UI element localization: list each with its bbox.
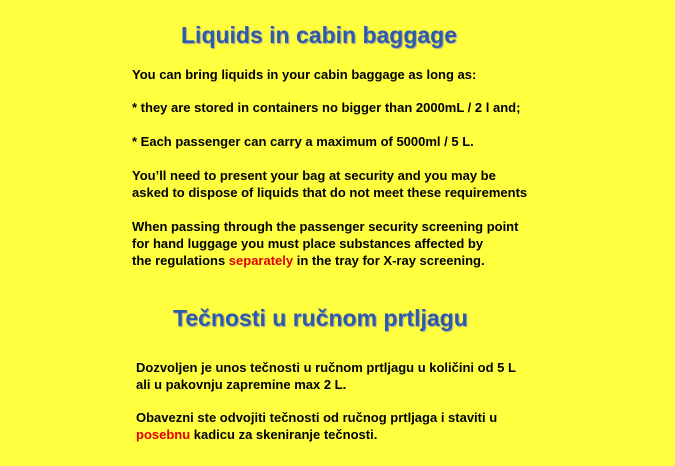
english-title: Liquids in cabin baggage	[181, 22, 458, 48]
screening-line-1: When passing through the passenger secur…	[132, 219, 519, 234]
screening-line-3-end: in the tray for X-ray screening.	[293, 253, 485, 268]
serbian-title: Tečnosti u ručnom prtljagu	[173, 305, 468, 331]
screening-line-3: the regulations separately in the tray f…	[132, 252, 518, 269]
screening-line-3-start: the regulations	[132, 253, 229, 268]
screening-line-2: for hand luggage you must place substanc…	[132, 236, 484, 251]
english-rule-container-size: * they are stored in containers no bigge…	[132, 100, 521, 115]
english-rule-max-total: * Each passenger can carry a maximum of …	[132, 134, 474, 149]
allowed-line-1: Dozvoljen je unos tečnosti u ručnom prtl…	[136, 360, 516, 375]
security-line-1: You’ll need to present your bag at secur…	[132, 168, 496, 183]
english-screening-paragraph: When passing through the passenger secur…	[132, 218, 518, 269]
english-intro: You can bring liquids in your cabin bagg…	[132, 67, 477, 82]
obligation-line-1: Obavezni ste odvojiti tečnosti od ručnog…	[136, 410, 498, 425]
serbian-allowed-paragraph: Dozvoljen je unos tečnosti u ručnom prtl…	[136, 359, 516, 393]
obligation-line-2-end: kadicu za skeniranje tečnosti.	[190, 427, 378, 442]
english-security-paragraph: You’ll need to present your bag at secur…	[132, 167, 527, 201]
separately-highlight: separately	[228, 253, 294, 268]
security-line-2: asked to dispose of liquids that do not …	[132, 185, 528, 200]
allowed-line-2: ali u pakovnju zapremine max 2 L.	[136, 377, 347, 392]
posebnu-highlight: posebnu	[136, 427, 191, 442]
serbian-obligation-paragraph: Obavezni ste odvojiti tečnosti od ručnog…	[136, 409, 497, 443]
obligation-line-2: posebnu kadicu za skeniranje tečnosti.	[136, 426, 497, 443]
